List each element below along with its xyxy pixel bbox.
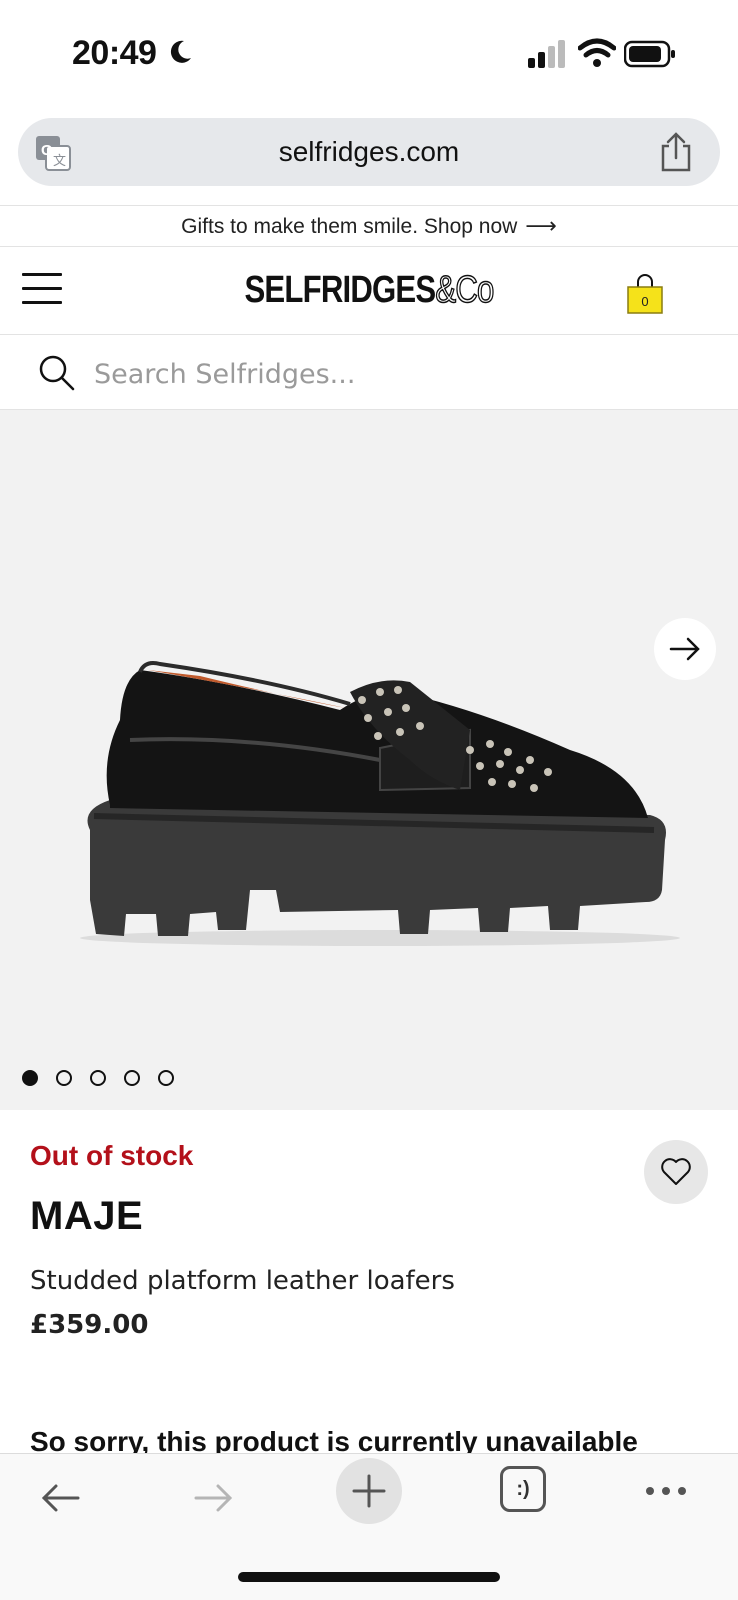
- carousel-dot[interactable]: [124, 1070, 140, 1086]
- menu-icon[interactable]: [22, 273, 62, 307]
- url-text[interactable]: selfridges.com: [18, 136, 720, 168]
- shopping-bag-button[interactable]: 0: [626, 273, 664, 317]
- forward-arrow-icon[interactable]: [190, 1474, 238, 1522]
- carousel-dot[interactable]: [56, 1070, 72, 1086]
- product-name: Studded platform leather loafers: [30, 1266, 455, 1296]
- back-arrow-icon[interactable]: [36, 1474, 84, 1522]
- carousel-pagination: [22, 1070, 192, 1088]
- arrow-right-icon: [669, 637, 700, 661]
- plus-icon: [352, 1474, 386, 1508]
- promo-text[interactable]: Gifts to make them smile. Shop now: [181, 215, 517, 238]
- carousel-dot[interactable]: [90, 1070, 106, 1086]
- search-input[interactable]: [94, 354, 694, 394]
- wishlist-button[interactable]: [644, 1140, 708, 1204]
- search-bar: [0, 336, 738, 410]
- status-time: 20:49: [72, 34, 157, 72]
- heart-icon: [661, 1158, 691, 1185]
- status-bar: 20:49: [0, 0, 738, 110]
- unavailable-message: So sorry, this product is currently unav…: [30, 1426, 638, 1454]
- moon-icon: [170, 40, 191, 63]
- bag-count-badge: 0: [641, 294, 649, 309]
- carousel-dot[interactable]: [158, 1070, 174, 1086]
- stock-status: Out of stock: [30, 1140, 194, 1171]
- home-indicator[interactable]: [238, 1572, 500, 1582]
- address-bar[interactable]: G 文 selfridges.com: [18, 118, 720, 186]
- product-brand[interactable]: MAJE: [30, 1194, 143, 1239]
- product-image-loafer[interactable]: [50, 640, 690, 950]
- carousel-dot[interactable]: [22, 1070, 38, 1086]
- wifi-icon: [578, 38, 616, 67]
- next-image-button[interactable]: [654, 618, 716, 680]
- search-icon[interactable]: [38, 354, 76, 392]
- arrow-right-icon: ⟶: [525, 213, 557, 238]
- share-icon[interactable]: [658, 132, 694, 172]
- selfridges-logo[interactable]: SELFRIDGES&Co: [66, 268, 671, 312]
- cellular-signal-icon: [528, 40, 565, 68]
- promo-banner[interactable]: Gifts to make them smile. Shop now ⟶: [0, 205, 738, 247]
- new-tab-button[interactable]: [336, 1458, 402, 1524]
- battery-icon: [624, 40, 675, 68]
- product-image-gallery[interactable]: [0, 410, 738, 1110]
- site-header: SELFRIDGES&Co 0: [0, 247, 738, 335]
- more-options-icon[interactable]: [642, 1476, 690, 1506]
- tabs-button[interactable]: :): [500, 1466, 546, 1512]
- product-price: £359.00: [30, 1310, 149, 1340]
